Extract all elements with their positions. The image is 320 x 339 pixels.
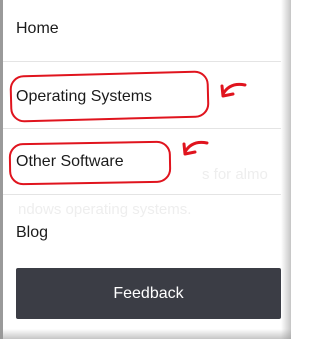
- divider: [3, 194, 281, 195]
- nav-item-home[interactable]: Home: [16, 20, 59, 38]
- annotation-circle-operating-systems: [9, 70, 210, 123]
- nav-item-blog[interactable]: Blog: [16, 224, 48, 242]
- annotation-circle-other-software: [8, 140, 172, 186]
- panel-left-border: [0, 0, 3, 339]
- menu-panel: s for almo ndows operating systems. Home…: [0, 0, 291, 339]
- panel-shadow: [0, 329, 291, 339]
- background-text-line2: ndows operating systems.: [18, 201, 192, 218]
- background-text-line1: s for almo: [202, 166, 268, 183]
- panel-shadow: [281, 0, 291, 339]
- feedback-button[interactable]: Feedback: [16, 268, 281, 319]
- divider: [3, 128, 281, 129]
- red-arrow-annotation-icon: [220, 82, 247, 98]
- divider: [3, 61, 281, 62]
- red-arrow-annotation-icon: [182, 140, 209, 156]
